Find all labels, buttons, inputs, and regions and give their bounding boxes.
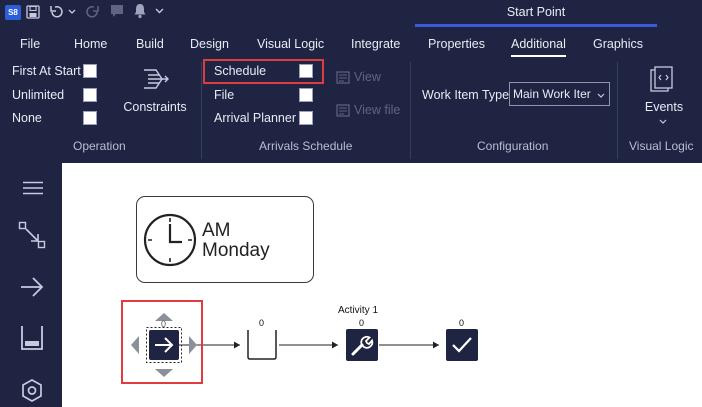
context-accent-bar bbox=[415, 24, 657, 27]
operation-group-label: Operation bbox=[73, 139, 126, 153]
exit-node[interactable] bbox=[446, 329, 478, 361]
app-logo[interactable]: S8 bbox=[5, 5, 21, 20]
ribbon: S8 Start Point File Home Build Design Vi… bbox=[0, 0, 702, 163]
separator bbox=[410, 62, 411, 159]
file-checkbox[interactable] bbox=[299, 88, 313, 102]
activity-node[interactable] bbox=[346, 329, 378, 361]
events-label: Events bbox=[644, 100, 684, 114]
view-label: View bbox=[354, 70, 381, 84]
undo-icon[interactable] bbox=[48, 4, 64, 20]
arrival-planner-label: Arrival Planner bbox=[214, 111, 296, 125]
comment-icon[interactable] bbox=[110, 4, 124, 19]
context-tab-header: Start Point bbox=[415, 0, 657, 27]
first-at-start-label: First At Start bbox=[12, 64, 81, 78]
file-label: File bbox=[214, 88, 235, 102]
wrench-icon bbox=[351, 335, 374, 356]
arrivals-group-label: Arrivals Schedule bbox=[259, 139, 353, 153]
unlimited-checkbox[interactable] bbox=[83, 88, 97, 102]
events-icon bbox=[650, 66, 673, 92]
work-item-type-value: Main Work Iter bbox=[513, 87, 591, 101]
configuration-group-label: Configuration bbox=[477, 139, 549, 153]
tool-sidebar bbox=[0, 163, 62, 407]
separator bbox=[617, 62, 618, 159]
customize-chevron-icon[interactable] bbox=[155, 8, 164, 14]
constraints-button[interactable]: Constraints bbox=[118, 62, 192, 118]
view-button[interactable]: View bbox=[336, 70, 386, 86]
constraints-icon bbox=[144, 69, 169, 89]
menu-icon[interactable] bbox=[23, 181, 43, 195]
container-icon[interactable] bbox=[20, 325, 44, 351]
tab-properties[interactable]: Properties bbox=[428, 37, 485, 51]
view-file-icon bbox=[336, 104, 350, 117]
view-file-label: View file bbox=[354, 103, 401, 117]
activity-label: Activity 1 bbox=[338, 305, 379, 316]
start-point-highlight bbox=[121, 300, 203, 384]
undo-dropdown-icon[interactable] bbox=[68, 9, 76, 15]
queue-node[interactable] bbox=[246, 329, 278, 361]
activity-count: 0 bbox=[359, 318, 365, 328]
events-button[interactable]: Events bbox=[636, 64, 692, 130]
model-canvas[interactable]: AM Monday 0 0 Activity 1 0 0 bbox=[62, 163, 702, 407]
work-item-type-label: Work Item Type bbox=[422, 88, 510, 102]
bell-icon[interactable] bbox=[133, 3, 147, 19]
arrival-planner-checkbox[interactable] bbox=[299, 111, 313, 125]
none-label: None bbox=[12, 111, 42, 125]
tab-integrate[interactable]: Integrate bbox=[351, 37, 400, 51]
save-icon[interactable] bbox=[26, 5, 40, 19]
tab-design[interactable]: Design bbox=[190, 37, 229, 51]
tab-additional-underline bbox=[511, 55, 566, 57]
tab-additional[interactable]: Additional bbox=[511, 37, 566, 51]
redo-icon[interactable] bbox=[85, 4, 101, 20]
first-at-start-checkbox[interactable] bbox=[83, 64, 97, 78]
queue-count: 0 bbox=[259, 318, 265, 328]
resize-icon[interactable] bbox=[18, 221, 46, 249]
tab-visual-logic[interactable]: Visual Logic bbox=[257, 37, 324, 51]
tab-file[interactable]: File bbox=[20, 37, 40, 51]
unlimited-label: Unlimited bbox=[12, 88, 65, 102]
none-checkbox[interactable] bbox=[83, 111, 97, 125]
view-file-button[interactable]: View file bbox=[336, 103, 406, 119]
context-tab-title: Start Point bbox=[506, 5, 566, 19]
work-item-type-select[interactable]: Main Work Iter bbox=[509, 82, 610, 106]
schedule-highlight bbox=[203, 59, 324, 84]
events-chevron-icon bbox=[659, 119, 667, 124]
view-icon bbox=[336, 71, 350, 84]
exit-count: 0 bbox=[459, 318, 465, 328]
constraints-label: Constraints bbox=[123, 100, 187, 114]
check-icon bbox=[452, 337, 472, 353]
settings-icon[interactable] bbox=[21, 379, 43, 403]
tab-graphics[interactable]: Graphics bbox=[593, 37, 643, 51]
visual-logic-group-label: Visual Logic bbox=[629, 139, 694, 153]
arrow-right-icon[interactable] bbox=[19, 276, 45, 298]
chevron-down-icon bbox=[597, 93, 605, 98]
tab-build[interactable]: Build bbox=[136, 37, 164, 51]
separator bbox=[201, 62, 202, 159]
tab-home[interactable]: Home bbox=[74, 37, 107, 51]
